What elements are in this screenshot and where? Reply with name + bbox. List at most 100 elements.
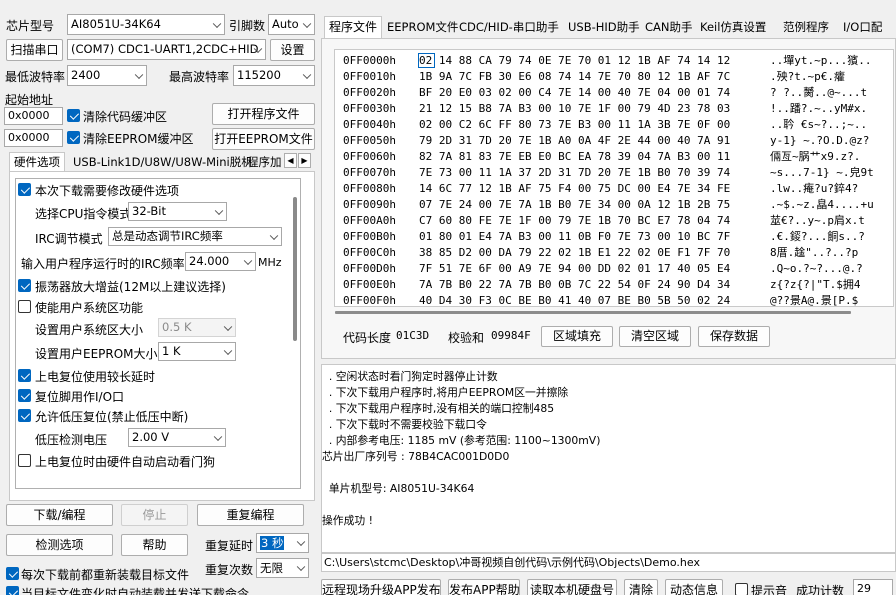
- max-baud-select[interactable]: 115200: [233, 65, 315, 86]
- tab-hardware-options[interactable]: 硬件选项: [9, 152, 65, 172]
- reload-target-checkbox[interactable]: [6, 567, 19, 580]
- clear-area-button[interactable]: 清空区域: [619, 326, 691, 347]
- tab-example-programs[interactable]: 范例程序: [779, 18, 833, 38]
- irc-mode-label: IRC调节模式: [35, 232, 103, 246]
- code-start-address-input[interactable]: 0x0000: [4, 107, 63, 125]
- irc-frequency-label: 输入用户程序运行时的IRC频率: [21, 257, 185, 271]
- dynamic-info-button[interactable]: 动态信息: [665, 579, 723, 595]
- user-system-size-value: 0.5 K: [162, 320, 192, 334]
- save-data-button[interactable]: 保存数据: [698, 326, 770, 347]
- user-system-size-select[interactable]: 0.5 K: [158, 318, 236, 337]
- hw-watchdog-checkbox[interactable]: [18, 454, 31, 467]
- lvd-voltage-select[interactable]: 2.00 V: [128, 428, 226, 447]
- check-options-button[interactable]: 检测选项: [6, 534, 113, 556]
- hex-row-address: 0FF0000h: [343, 54, 396, 67]
- chip-model-label: 芯片型号: [6, 19, 55, 33]
- modify-hw-options-checkbox[interactable]: [18, 183, 31, 196]
- hex-row-bytes[interactable]: 07 7E 24 00 7E 7A 1B B0 7E 34 00 0A 12 1…: [419, 197, 730, 213]
- tab-io-config[interactable]: I/O口配: [839, 18, 886, 38]
- user-system-area-checkbox[interactable]: [18, 300, 31, 313]
- settings-button[interactable]: 设置: [270, 39, 315, 61]
- hex-row-bytes[interactable]: 21 12 15 B8 7A B3 00 10 7E 1F 00 79 4D 2…: [419, 101, 730, 117]
- clear-code-checkbox[interactable]: [67, 109, 80, 122]
- hex-horizontal-scrollbar[interactable]: [335, 311, 851, 314]
- read-disk-id-button[interactable]: 读取本机硬盘号: [527, 579, 617, 595]
- pin-count-select[interactable]: Auto: [268, 14, 315, 35]
- tab-can-assistant[interactable]: CAN助手: [641, 18, 697, 38]
- tab-program-file[interactable]: 程序文件: [324, 16, 383, 38]
- repeat-delay-select[interactable]: 3 秒: [256, 533, 309, 553]
- tab-scroll-left-icon[interactable]: ◀: [284, 153, 297, 168]
- tab-eeprom-file[interactable]: EEPROM文件: [383, 18, 462, 38]
- clear-code-label: 清除代码缓冲区: [83, 110, 168, 124]
- tab-usb-link[interactable]: USB-Link1D/U8W/U8W-Mini脱机: [69, 153, 257, 173]
- lvd-reset-checkbox[interactable]: [18, 409, 31, 422]
- chevron-down-icon: [223, 322, 233, 331]
- user-eeprom-size-select[interactable]: 1 K: [158, 342, 236, 361]
- hex-row-bytes[interactable]: BF 20 E0 03 02 00 C4 7E 14 00 40 7E 04 0…: [419, 85, 730, 101]
- cpu-mode-label: 选择CPU指令模式: [35, 207, 132, 221]
- repeat-count-select[interactable]: 无限: [256, 558, 309, 578]
- hex-row-bytes[interactable]: 14 6C 77 12 1B AF 75 F4 00 75 DC 00 E4 7…: [419, 181, 730, 197]
- tab-cdc-serial-assistant[interactable]: CDC/HID-串口助手: [455, 18, 563, 38]
- options-scrollbar[interactable]: [293, 197, 297, 341]
- scan-port-button[interactable]: 扫描串口: [6, 39, 63, 61]
- publish-app-help-button[interactable]: 发布APP帮助: [448, 579, 520, 595]
- hex-row-bytes[interactable]: C7 60 80 FE 7E 1F 00 79 7E 1B 70 BC E7 7…: [419, 213, 730, 229]
- long-delay-checkbox[interactable]: [18, 369, 31, 382]
- open-program-file-button[interactable]: 打开程序文件: [212, 103, 315, 125]
- sound-prompt-checkbox[interactable]: [735, 583, 748, 595]
- clear-eeprom-checkbox[interactable]: [67, 131, 80, 144]
- remote-upgrade-publish-button[interactable]: 远程现场升级APP发布: [321, 579, 441, 595]
- hex-row-bytes[interactable]: 38 85 D2 00 DA 79 22 02 1B E1 22 02 0E F…: [419, 245, 730, 261]
- hex-row-address: 0FF0060h: [343, 150, 396, 163]
- irc-frequency-select[interactable]: 24.000: [185, 252, 256, 271]
- pin-count-label: 引脚数: [229, 19, 266, 33]
- user-eeprom-size-label: 设置用户EEPROM大小: [35, 347, 158, 361]
- hex-row-ascii: 莁€?..y~.p肩x.t: [770, 214, 865, 227]
- chevron-down-icon: [213, 432, 223, 441]
- min-baud-select[interactable]: 2400: [67, 65, 147, 86]
- osc-gain-checkbox[interactable]: [18, 279, 31, 292]
- reset-pin-io-checkbox[interactable]: [18, 389, 31, 402]
- stop-button[interactable]: 停止: [121, 504, 188, 526]
- chevron-down-icon: [269, 231, 279, 240]
- chevron-down-icon: [302, 70, 312, 79]
- tab-usb-hid-assistant[interactable]: USB-HID助手: [564, 18, 644, 38]
- hex-row-bytes[interactable]: 82 7A 81 83 7E EB E0 BC EA 78 39 04 7A B…: [419, 149, 730, 165]
- hex-cursor: [418, 53, 435, 68]
- tab-program-encrypt[interactable]: 程序加: [243, 153, 283, 173]
- repeat-delay-label: 重复延时: [205, 539, 254, 553]
- hex-row-bytes[interactable]: 1B 9A 7C FB 30 E6 08 74 14 7E 70 80 12 1…: [419, 69, 730, 85]
- download-program-button[interactable]: 下载/编程: [6, 504, 113, 526]
- auto-send-checkbox[interactable]: [6, 586, 19, 595]
- log-line: . 空闲状态时看门狗定时器停止计数: [322, 370, 498, 383]
- log-line: . 下次下载用户程序时,没有相关的端口控制485: [322, 402, 555, 415]
- open-eeprom-file-button[interactable]: 打开EEPROM文件: [212, 128, 315, 150]
- hex-row-bytes[interactable]: 7E 73 00 11 1A 37 2D 31 7D 20 7E 1B B0 7…: [419, 165, 730, 181]
- chip-model-select[interactable]: AI8051U-34K64: [67, 14, 225, 35]
- help-button[interactable]: 帮助: [121, 534, 188, 556]
- hex-row-bytes[interactable]: 40 D4 30 F3 0C BE B0 41 40 07 BE B0 5B 5…: [419, 293, 730, 306]
- clear-log-button[interactable]: 清除: [624, 579, 658, 595]
- hex-row-bytes[interactable]: 02 14 88 CA 79 74 0E 7E 70 01 12 1B AF 7…: [419, 53, 731, 69]
- repeat-program-button[interactable]: 重复编程: [197, 504, 304, 526]
- tab-keil-debug-settings[interactable]: Keil仿真设置: [696, 18, 770, 38]
- eeprom-start-address-input[interactable]: 0x0000: [4, 129, 63, 147]
- hex-row-bytes[interactable]: 7F 51 7E 6F 00 A9 7E 94 00 DD 02 01 17 4…: [419, 261, 730, 277]
- irc-frequency-value: 24.000: [189, 254, 230, 268]
- hex-view[interactable]: 0FF0000h 02 14 88 CA 79 74 0E 7E 70 01 12…: [334, 49, 894, 307]
- repeat-count-label: 重复次数: [205, 563, 254, 577]
- irc-mode-select[interactable]: 总是动态调节IRC频率: [108, 227, 282, 246]
- hex-row-bytes[interactable]: 79 2D 31 7D 20 7E 1B A0 0A 4F 2E 44 00 4…: [419, 133, 730, 149]
- area-fill-button[interactable]: 区域填充: [541, 326, 613, 347]
- cpu-mode-select[interactable]: 32-Bit: [128, 202, 227, 221]
- hex-row-bytes[interactable]: 01 80 01 E4 7A B3 00 11 0B F0 7E 73 00 1…: [419, 229, 730, 245]
- clear-eeprom-label: 清除EEPROM缓冲区: [83, 132, 194, 146]
- hex-row-bytes[interactable]: 02 00 C2 6C FF 80 73 7E B3 00 11 1A 3B 7…: [419, 117, 730, 133]
- hex-row-bytes[interactable]: 7A 7B B0 22 7A 7B B0 0B 7C 22 54 0F 24 9…: [419, 277, 730, 293]
- hex-row-ascii: ..耹 €s~?..;~..: [770, 118, 868, 131]
- tab-scroll-right-icon[interactable]: ▶: [298, 153, 311, 168]
- log-output[interactable]: . 空闲状态时看门狗定时器停止计数 . 下次下载用户程序时,将用户EEPROM区…: [321, 364, 896, 553]
- port-select[interactable]: (COM7) CDC1-UART1,2CDC+HID: [67, 39, 266, 60]
